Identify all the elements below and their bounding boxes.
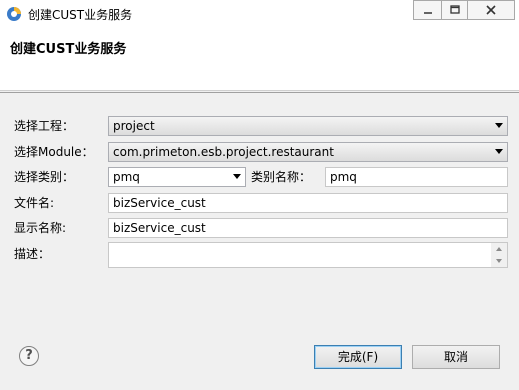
minimize-button[interactable]	[413, 0, 442, 20]
scroll-down-icon[interactable]	[491, 255, 507, 267]
close-icon	[486, 5, 496, 15]
module-label: 选择Module：	[14, 145, 94, 159]
chevron-down-icon	[495, 123, 503, 128]
category-name-field[interactable]: pmq	[325, 167, 508, 187]
title-bar: 创建CUST业务服务	[0, 0, 519, 29]
chevron-down-icon	[233, 174, 241, 179]
description-label: 描述：	[14, 247, 51, 261]
project-select-value: project	[113, 119, 155, 133]
finish-button[interactable]: 完成(F)	[314, 345, 402, 369]
restore-icon	[449, 5, 460, 14]
project-label: 选择工程：	[14, 119, 75, 133]
close-button[interactable]	[467, 0, 515, 20]
file-name-label: 文件名:	[14, 196, 55, 210]
display-name-field[interactable]: bizService_cust	[108, 218, 508, 238]
chevron-down-icon	[495, 149, 503, 154]
file-name-field[interactable]: bizService_cust	[108, 193, 508, 213]
category-name-label: 类别名称：	[251, 170, 312, 184]
description-textarea[interactable]	[108, 242, 508, 268]
header-separator	[0, 92, 519, 93]
restore-button[interactable]	[441, 0, 468, 20]
category-select[interactable]: pmq	[108, 167, 246, 187]
display-name-value: bizService_cust	[113, 221, 206, 235]
app-icon	[7, 7, 21, 21]
dialog-title: 创建CUST业务服务	[10, 42, 127, 57]
dialog-header: 创建CUST业务服务	[0, 28, 519, 91]
minimize-icon	[423, 12, 432, 14]
cancel-button[interactable]: 取消	[412, 345, 500, 369]
display-name-label: 显示名称:	[14, 221, 67, 235]
module-select[interactable]: com.primeton.esb.project.restaurant	[108, 142, 508, 162]
category-select-value: pmq	[113, 170, 140, 184]
category-label: 选择类别：	[14, 170, 75, 184]
module-select-value: com.primeton.esb.project.restaurant	[113, 145, 334, 159]
file-name-value: bizService_cust	[113, 196, 206, 210]
description-scrollbar[interactable]	[491, 243, 507, 267]
scroll-up-icon[interactable]	[491, 243, 507, 255]
project-select[interactable]: project	[108, 116, 508, 136]
window-title: 创建CUST业务服务	[28, 8, 133, 22]
category-name-value: pmq	[330, 170, 357, 184]
help-button[interactable]: ?	[19, 346, 39, 366]
